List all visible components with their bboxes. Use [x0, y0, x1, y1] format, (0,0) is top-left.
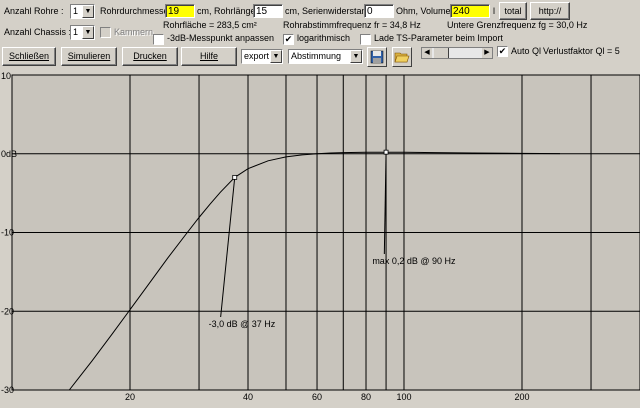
anzahl-rohre-select[interactable]: 1 ▼ [70, 4, 95, 19]
anzahl-rohre-value: 1 [73, 6, 79, 16]
serienwiderstand-label: cm, Serienwiderstand [285, 6, 372, 16]
frequency-response-chart: 10 0dB -10 -20 -30 20 40 60 80 100 200 -3,0 dB @ 37… [1, 72, 640, 402]
y-tick-label: 10 [1, 72, 11, 81]
save-button[interactable] [367, 47, 387, 67]
abstimmung-value: Abstimmung [291, 51, 342, 61]
auto-ql-label: Auto Ql [511, 46, 542, 56]
x-tick-label: 20 [125, 392, 135, 402]
annotation-marker [383, 149, 389, 155]
verlustfaktor-text: Verlustfaktor Ql = 5 [543, 46, 620, 56]
tuning-scrollbar[interactable]: ◀ ▶ [421, 47, 493, 59]
dropdown-arrow-icon[interactable]: ▼ [350, 50, 362, 63]
volumen-input[interactable]: 240 [450, 4, 490, 18]
y-tick-label: -10 [1, 228, 14, 238]
schliessen-button[interactable]: Schließen [2, 47, 56, 66]
logarithmisch-checkbox[interactable]: ✔ [283, 34, 294, 45]
scroll-thumb[interactable] [434, 48, 449, 58]
rohrlaenge-input[interactable]: 15 [253, 4, 283, 18]
ts-parameter-checkbox[interactable] [360, 34, 371, 45]
floppy-disk-icon [370, 50, 384, 64]
scroll-right-icon[interactable]: ▶ [482, 48, 492, 58]
http-button[interactable]: http:// [530, 2, 570, 20]
scroll-left-icon[interactable]: ◀ [422, 48, 432, 58]
rohrdurchmesser-label: Rohrdurchmesser [100, 6, 172, 16]
dropdown-arrow-icon[interactable]: ▼ [270, 50, 282, 63]
messpunkt-label: -3dB-Messpunkt anpassen [167, 33, 275, 43]
hilfe-button[interactable]: Hilfe [181, 47, 237, 66]
volumen-unit: l [493, 6, 495, 16]
rohrlaenge-label: cm, Rohrlänge [197, 6, 256, 16]
abstimmung-select[interactable]: Abstimmung ▼ [288, 49, 363, 64]
anzahl-chassis-label: Anzahl Chassis : [4, 27, 72, 37]
anzahl-chassis-value: 1 [73, 27, 79, 37]
x-tick-label: 100 [396, 392, 411, 402]
drucken-button[interactable]: Drucken [122, 47, 178, 66]
ts-parameter-label: Lade TS-Parameter beim Import [374, 33, 503, 43]
dropdown-arrow-icon[interactable]: ▼ [82, 26, 94, 39]
open-button[interactable] [392, 47, 412, 67]
total-button[interactable]: total [499, 2, 527, 20]
simulieren-button[interactable]: Simulieren [61, 47, 117, 66]
annotation-label: -3,0 dB @ 37 Hz [209, 319, 276, 329]
auto-ql-checkbox[interactable]: ✔ [497, 46, 508, 57]
logarithmisch-label: logarithmisch [297, 33, 351, 43]
y-tick-label: -30 [1, 385, 14, 395]
serienwiderstand-input[interactable]: 0 [364, 4, 394, 18]
x-tick-label: 60 [312, 392, 322, 402]
dropdown-arrow-icon[interactable]: ▼ [82, 5, 94, 18]
y-tick-label: -20 [1, 306, 14, 316]
grenzfrequenz-text: Untere Grenzfrequenz fg = 30,0 Hz [447, 20, 588, 30]
messpunkt-checkbox[interactable] [153, 34, 164, 45]
rohrdurchmesser-input[interactable]: 19 [165, 4, 195, 18]
x-tick-label: 80 [361, 392, 371, 402]
folder-open-icon [394, 52, 410, 63]
rohrflaeche-text: Rohrfläche = 283,5 cm² [163, 20, 257, 30]
export-select[interactable]: export ▼ [241, 49, 283, 64]
kammern-checkbox[interactable] [100, 27, 111, 38]
annotation-label: max 0,2 dB @ 90 Hz [372, 256, 456, 266]
export-value: export [244, 51, 270, 61]
rohrabstimm-text: Rohrabstimmfrequenz fr = 34,8 Hz [283, 20, 421, 30]
kammern-label: Kammern [114, 27, 154, 37]
volumen-label: Ohm, Volumen [396, 6, 456, 16]
anzahl-chassis-select[interactable]: 1 ▼ [70, 25, 95, 40]
anzahl-rohre-label: Anzahl Rohre : [4, 6, 64, 16]
x-tick-label: 40 [243, 392, 253, 402]
x-tick-label: 200 [514, 392, 529, 402]
annotation-marker [232, 174, 238, 180]
y-tick-label: 0dB [1, 149, 17, 159]
